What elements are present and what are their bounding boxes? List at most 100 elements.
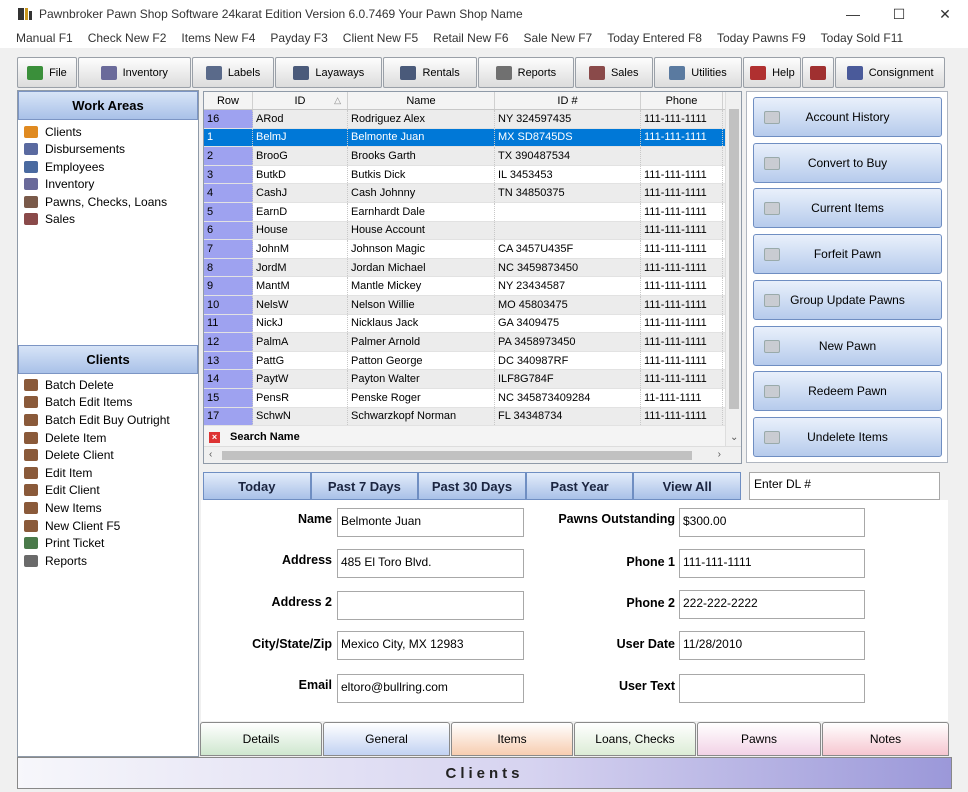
col-header-name[interactable]: Name [348, 92, 495, 109]
toolbar-help-button[interactable]: Help [743, 57, 802, 88]
toolbar-rentals-button[interactable]: Rentals [383, 57, 477, 88]
table-row[interactable]: 9 MantM Mantle Mickey NY 23434587 111-111-11… [204, 277, 741, 296]
filter-past-30-days-button[interactable]: Past 30 Days [418, 472, 526, 500]
menu-today-entered[interactable]: Today Entered F8 [607, 31, 702, 45]
clients-action-batch-edit-items[interactable]: Batch Edit Items [24, 394, 198, 412]
scroll-down-icon[interactable]: ⌄ [730, 432, 738, 443]
menu-check-new[interactable]: Check New F2 [88, 31, 167, 45]
clients-action-new-client-f5[interactable]: New Client F5 [24, 517, 198, 535]
minimize-button[interactable]: — [830, 0, 876, 28]
menu-client-new[interactable]: Client New F5 [343, 31, 418, 45]
table-row[interactable]: 2 BrooG Brooks Garth TX 390487534 [204, 147, 741, 166]
vertical-scroll-thumb[interactable] [729, 109, 739, 409]
convert-to-buy-button[interactable]: Convert to Buy [753, 142, 942, 183]
menu-manual[interactable]: Manual F1 [16, 31, 73, 45]
toolbar-labels-button[interactable]: Labels [191, 57, 275, 88]
table-row[interactable]: 12 PalmA Palmer Arnold PA 3458973450 111-111… [204, 333, 741, 352]
col-header-row[interactable]: Row [204, 92, 253, 109]
work-area-pawns-checks-loans[interactable]: Pawns, Checks, Loans [24, 193, 198, 211]
city-state-zip-field[interactable]: Mexico City, MX 12983 [337, 631, 524, 660]
clients-action-delete-client[interactable]: Delete Client [24, 446, 198, 464]
table-row[interactable]: 1 BelmJ Belmonte Juan MX SD8745DS 111-111-11… [204, 128, 741, 148]
filter-view-all-button[interactable]: View All [633, 472, 741, 500]
tab-pawns[interactable]: Pawns [697, 722, 821, 756]
clients-action-batch-delete[interactable]: Batch Delete [24, 376, 198, 394]
search-name-row[interactable]: × Search Name [204, 426, 741, 449]
clients-action-batch-edit-buy-outright[interactable]: Batch Edit Buy Outright [24, 411, 198, 429]
tab-general[interactable]: General [323, 722, 450, 756]
col-header-id-number[interactable]: ID # [495, 92, 641, 109]
toolbar-layaways-button[interactable]: Layaways [275, 57, 383, 88]
email-field[interactable]: eltoro@bullring.com [337, 674, 524, 703]
filter-past-year-button[interactable]: Past Year [525, 472, 634, 500]
table-row[interactable]: 6 House House Account 111-111-1111 [204, 221, 741, 241]
table-row[interactable]: 13 PattG Patton George DC 340987RF 111-111-1… [204, 351, 741, 371]
clients-action-reports[interactable]: Reports [24, 552, 198, 570]
table-row[interactable]: 7 JohnM Johnson Magic CA 3457U435F 111-111-1… [204, 240, 741, 259]
user-date-field[interactable]: 11/28/2010 [679, 631, 865, 660]
scroll-right-icon[interactable]: › [718, 449, 721, 460]
toolbar-sales-button[interactable]: Sales [574, 57, 653, 88]
menu-today-pawns[interactable]: Today Pawns F9 [717, 31, 806, 45]
table-row[interactable]: 14 PaytW Payton Walter ILF8G784F 111-111-111… [204, 370, 741, 389]
menu-sale-new[interactable]: Sale New F7 [524, 31, 593, 45]
grid-vertical-scrollbar[interactable]: ⌄ [725, 92, 741, 447]
forfeit-pawn-button[interactable]: Forfeit Pawn [753, 234, 942, 275]
table-row[interactable]: 11 NickJ Nicklaus Jack GA 3409475 111-111-11… [204, 314, 741, 334]
user-text-field[interactable] [679, 674, 865, 703]
toolbar-utilities-button[interactable]: Utilities [653, 57, 743, 88]
tab-notes[interactable]: Notes [822, 722, 949, 756]
toolbar-reports-button[interactable]: Reports [478, 57, 574, 88]
col-header-phone[interactable]: Phone [641, 92, 723, 109]
tab-loans-checks[interactable]: Loans, Checks [574, 722, 696, 756]
clients-action-edit-client[interactable]: Edit Client [24, 482, 198, 500]
dl-number-input[interactable]: Enter DL # [749, 472, 940, 500]
table-row[interactable]: 3 ButkD Butkis Dick IL 3453453 111-111-1111 [204, 165, 741, 185]
close-button[interactable]: ✕ [922, 0, 968, 28]
name-field[interactable]: Belmonte Juan [337, 508, 524, 537]
menu-retail-new[interactable]: Retail New F6 [433, 31, 508, 45]
group-update-pawns-button[interactable]: Group Update Pawns [753, 279, 942, 320]
table-row[interactable]: 10 NelsW Nelson Willie MO 45803475 111-111-1… [204, 295, 741, 315]
toolbar-file-button[interactable]: File [17, 57, 77, 88]
current-items-button[interactable]: Current Items [753, 188, 942, 229]
address-field[interactable]: 485 El Toro Blvd. [337, 549, 524, 578]
filter-today-button[interactable]: Today [203, 472, 311, 500]
new-pawn-button[interactable]: New Pawn [753, 325, 942, 366]
toolbar-consignment-button[interactable]: Consignment [835, 57, 946, 88]
table-row[interactable]: 8 JordM Jordan Michael NC 3459873450 111-111… [204, 258, 741, 278]
address2-field[interactable] [337, 591, 524, 620]
grid-horizontal-scrollbar[interactable]: ‹ › [204, 446, 741, 463]
menu-payday[interactable]: Payday F3 [270, 31, 327, 45]
horizontal-scroll-thumb[interactable] [222, 451, 692, 460]
col-header-id[interactable]: ID △ [253, 92, 348, 109]
close-search-icon[interactable]: × [209, 431, 220, 443]
table-row[interactable]: 17 SchwN Schwarzkopf Norman FL 34348734 111-… [204, 407, 741, 427]
clients-action-new-items[interactable]: New Items [24, 499, 198, 517]
table-row[interactable]: 5 EarnD Earnhardt Dale 111-111-1111 [204, 202, 741, 222]
menu-today-sold[interactable]: Today Sold F11 [821, 31, 904, 45]
table-row[interactable]: 15 PensR Penske Roger NC 345873409284 11-111… [204, 388, 741, 408]
work-area-employees[interactable]: Employees [24, 158, 198, 176]
account-history-button[interactable]: Account History [753, 97, 942, 137]
filter-past-7-days-button[interactable]: Past 7 Days [310, 472, 419, 500]
undelete-items-button[interactable]: Undelete Items [753, 416, 942, 457]
redeem-pawn-button[interactable]: Redeem Pawn [753, 371, 942, 412]
phone1-field[interactable]: 111-111-1111 [679, 549, 865, 578]
work-area-sales[interactable]: Sales [24, 211, 198, 229]
clients-action-print-ticket[interactable]: Print Ticket [24, 534, 198, 552]
work-area-inventory[interactable]: Inventory [24, 176, 198, 194]
work-area-clients[interactable]: Clients [24, 123, 198, 141]
pawns-outstanding-field[interactable]: $300.00 [679, 508, 865, 537]
tab-items[interactable]: Items [451, 722, 573, 756]
work-area-disbursements[interactable]: Disbursements [24, 141, 198, 159]
toolbar-inventory-button[interactable]: Inventory [77, 57, 191, 88]
toolbar-check-button[interactable] [802, 57, 835, 88]
table-row[interactable]: 16 ARod Rodriguez Alex NY 324597435 111-111-… [204, 110, 741, 129]
clients-action-delete-item[interactable]: Delete Item [24, 429, 198, 447]
maximize-button[interactable]: ☐ [876, 0, 922, 28]
clients-action-edit-item[interactable]: Edit Item [24, 464, 198, 482]
scroll-left-icon[interactable]: ‹ [209, 449, 212, 460]
menu-items-new[interactable]: Items New F4 [181, 31, 255, 45]
table-row[interactable]: 4 CashJ Cash Johnny TN 34850375 111-111-1111 [204, 184, 741, 203]
